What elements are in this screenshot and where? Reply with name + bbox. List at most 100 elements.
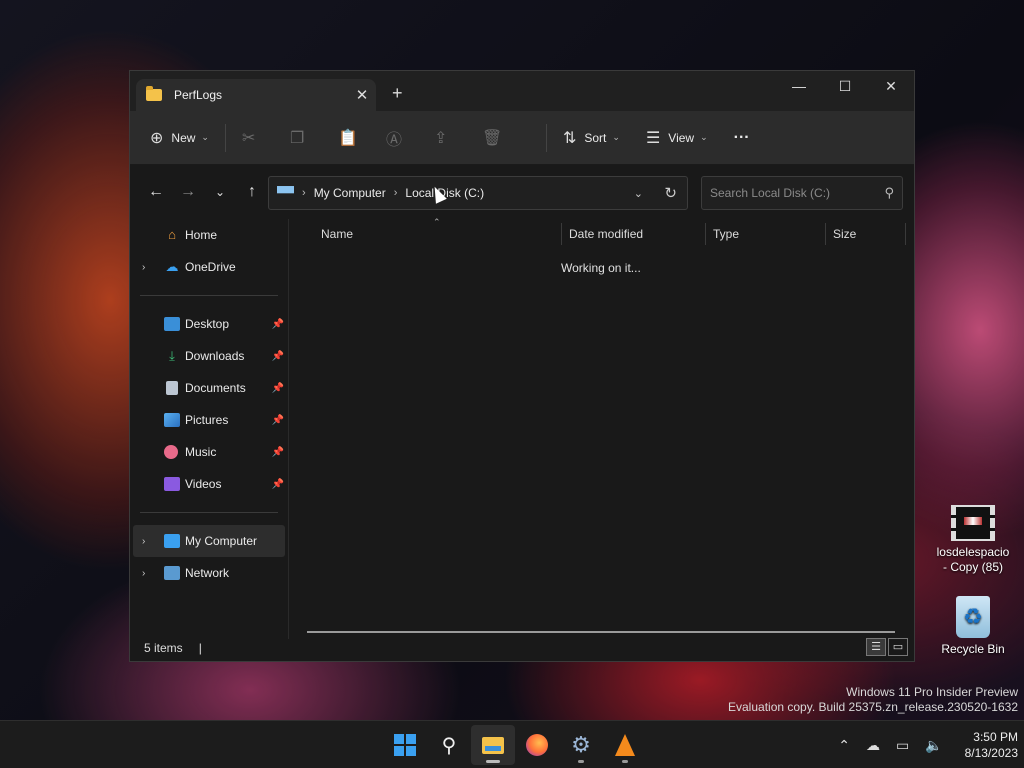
up-button[interactable]: ↑ — [236, 183, 268, 201]
pin-icon[interactable]: 📌 — [272, 479, 284, 490]
chevron-up-icon[interactable]: ⌃ — [838, 737, 850, 754]
trash-icon: 🗑 — [481, 129, 503, 147]
share-button[interactable]: ⇪ — [434, 122, 482, 154]
column-size[interactable]: Size — [833, 227, 856, 241]
large-icons-view-button[interactable]: ▭ — [888, 638, 908, 656]
rename-button[interactable]: Ⓐ — [386, 122, 434, 154]
copy-button[interactable]: ❐ — [290, 122, 338, 154]
sidebar-item-downloads[interactable]: ⤓ Downloads 📌 — [130, 340, 288, 372]
computer-icon — [164, 534, 180, 548]
maximize-button[interactable]: ☐ — [822, 71, 868, 101]
sidebar-item-videos[interactable]: Videos 📌 — [130, 468, 288, 500]
sidebar-item-network[interactable]: › Network — [130, 557, 288, 589]
view-button[interactable]: ☰ View ⌄ — [646, 122, 708, 154]
tab-close-icon[interactable]: ✕ — [348, 86, 376, 104]
sidebar-item-music[interactable]: Music 📌 — [130, 436, 288, 468]
sidebar-item-desktop[interactable]: Desktop 📌 — [130, 308, 288, 340]
vlc-taskbar-button[interactable] — [603, 725, 647, 765]
pin-icon[interactable]: 📌 — [272, 319, 284, 330]
pin-icon[interactable]: 📌 — [272, 351, 284, 362]
search-icon[interactable]: ⚲ — [884, 185, 894, 201]
desktop-icon-label: Recycle Bin — [941, 642, 1005, 656]
sort-ascending-icon: ⌃ — [433, 217, 441, 227]
clock-date: 8/13/2023 — [964, 746, 1018, 760]
status-bar: 5 items | ☰ ▭ — [130, 635, 914, 661]
cut-button[interactable]: ✂ — [242, 122, 290, 154]
file-explorer-taskbar-button[interactable] — [471, 725, 515, 765]
expand-chevron-icon[interactable]: › — [142, 262, 145, 273]
start-button[interactable] — [383, 725, 427, 765]
firefox-icon — [526, 734, 548, 756]
chevron-down-icon: ⌄ — [700, 132, 708, 142]
back-button[interactable]: ← — [140, 183, 172, 201]
expand-chevron-icon[interactable]: › — [142, 568, 145, 579]
column-date-modified[interactable]: Date modified — [569, 227, 643, 241]
column-divider[interactable] — [905, 223, 906, 245]
close-button[interactable]: ✕ — [868, 71, 914, 101]
search-box[interactable]: ⚲ — [701, 176, 903, 210]
minimize-button[interactable]: — — [776, 71, 822, 101]
column-headers: ⌃ Name Date modified Type Size — [289, 217, 914, 249]
windows-logo-icon — [394, 734, 416, 756]
search-taskbar-button[interactable]: ⚲ — [427, 725, 471, 765]
new-tab-button[interactable]: + — [392, 83, 403, 104]
new-button[interactable]: ⊕ New ⌄ — [150, 122, 209, 154]
item-count: 5 items — [144, 641, 183, 655]
firefox-taskbar-button[interactable] — [515, 725, 559, 765]
chevron-down-icon: ⌄ — [201, 132, 209, 142]
column-divider[interactable] — [561, 223, 562, 245]
expand-chevron-icon[interactable]: › — [142, 536, 145, 547]
breadcrumb-chevron-icon: › — [302, 187, 306, 199]
address-bar[interactable]: ▀▀ › My Computer › Local Disk (C:) ⌄ ↻ — [268, 176, 688, 210]
taskbar: ⚲ ⚙ ⌃ ☁ ▭ 🔈 3:50 PM 8/13/2023 — [0, 720, 1024, 768]
tab-perflogs[interactable]: PerfLogs ✕ — [136, 79, 376, 111]
column-name[interactable]: Name — [321, 227, 353, 241]
plus-circle-icon: ⊕ — [150, 129, 164, 147]
desktop-icon-recycle-bin[interactable]: ♻ Recycle Bin — [925, 596, 1021, 657]
recycle-bin-icon: ♻ — [956, 596, 990, 638]
running-indicator — [578, 760, 584, 763]
forward-button[interactable]: → — [172, 183, 204, 201]
pc-icon: ▀▀ — [277, 186, 295, 200]
paste-button[interactable]: 📋 — [338, 122, 386, 154]
pin-icon[interactable]: 📌 — [272, 415, 284, 426]
clock[interactable]: 3:50 PM 8/13/2023 — [965, 729, 1018, 761]
videos-icon — [164, 477, 180, 491]
sidebar-item-documents[interactable]: Documents 📌 — [130, 372, 288, 404]
column-divider[interactable] — [825, 223, 826, 245]
column-type[interactable]: Type — [713, 227, 739, 241]
more-options-button[interactable]: ··· — [734, 122, 750, 154]
search-input[interactable] — [710, 186, 885, 200]
status-separator: | — [198, 641, 202, 655]
pin-icon[interactable]: 📌 — [272, 383, 284, 394]
folder-icon — [146, 86, 162, 101]
details-view-button[interactable]: ☰ — [866, 638, 886, 656]
breadcrumb-my-computer[interactable]: My Computer — [314, 186, 386, 200]
sidebar-item-onedrive[interactable]: › ☁ OneDrive — [130, 251, 288, 283]
address-dropdown-icon[interactable]: ⌄ — [634, 187, 643, 200]
pictures-icon — [164, 413, 180, 427]
volume-icon[interactable]: 🔈 — [925, 737, 942, 754]
delete-button[interactable]: 🗑 — [482, 122, 530, 154]
command-bar: ⊕ New ⌄ ✂ ❐ 📋 Ⓐ ⇪ 🗑 ⇅ Sort ⌄ ☰ View ⌄ ··… — [130, 111, 914, 165]
toolbar-divider — [545, 123, 547, 152]
rename-icon: Ⓐ — [385, 131, 402, 149]
file-list: ⌃ Name Date modified Type Size Working o… — [289, 217, 914, 639]
sidebar-item-home[interactable]: ⌂ Home — [130, 219, 288, 251]
refresh-icon[interactable]: ↻ — [664, 184, 677, 202]
sidebar-item-my-computer[interactable]: › My Computer — [133, 525, 285, 557]
desktop-icon-video-file[interactable]: losdelespacio - Copy (85) — [925, 505, 1021, 575]
cloud-offline-icon[interactable]: ☁ — [866, 737, 880, 754]
horizontal-scrollbar[interactable] — [307, 631, 895, 633]
sort-button[interactable]: ⇅ Sort ⌄ — [563, 122, 620, 154]
navigation-pane: ⌂ Home › ☁ OneDrive Desktop 📌 ⤓ Download… — [130, 219, 288, 639]
title-bar: PerfLogs ✕ + — ☐ ✕ — [130, 71, 914, 111]
sort-icon: ⇅ — [562, 129, 577, 147]
network-status-icon[interactable]: ▭ — [896, 737, 909, 754]
music-icon — [164, 445, 178, 459]
pin-icon[interactable]: 📌 — [272, 447, 284, 458]
column-divider[interactable] — [705, 223, 706, 245]
sidebar-item-pictures[interactable]: Pictures 📌 — [130, 404, 288, 436]
recent-locations-button[interactable]: ⌄ — [204, 185, 236, 199]
settings-taskbar-button[interactable]: ⚙ — [559, 725, 603, 765]
